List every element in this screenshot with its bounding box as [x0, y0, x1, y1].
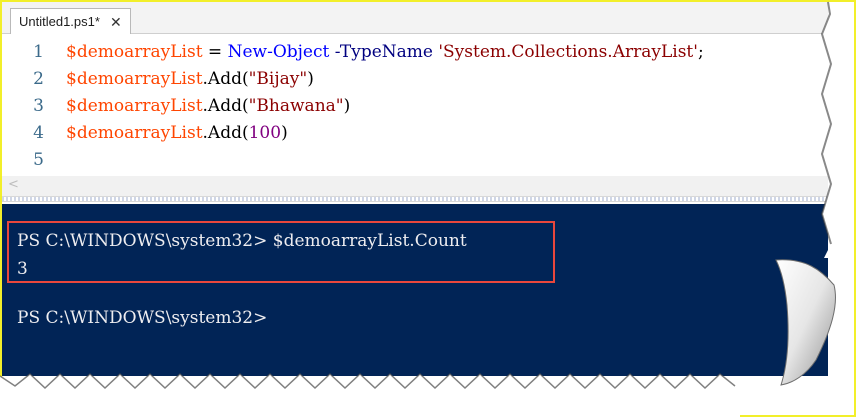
code-token: ) — [343, 95, 351, 116]
code-token: "Bijay" — [248, 68, 308, 89]
line-number: 5 — [33, 149, 44, 170]
line-number: 4 — [33, 122, 44, 143]
code-token: 'System.Collections.ArrayList' — [438, 41, 698, 62]
page-curl-decoration — [775, 7, 840, 386]
code-token: $demoarrayList — [66, 122, 203, 143]
line-number: 1 — [33, 41, 44, 62]
code-token: $demoarrayList — [66, 41, 203, 62]
code-token: 100 — [248, 122, 282, 143]
code-line: 2 $demoarrayList .Add("Bijay") — [2, 65, 314, 92]
code-token: New-Object — [227, 41, 330, 62]
code-token: $demoarrayList — [66, 68, 203, 89]
tab-untitled1[interactable]: Untitled1.ps1* ✕ — [10, 8, 131, 34]
scroll-left-icon[interactable]: < — [8, 177, 19, 192]
torn-edge-decoration — [0, 372, 740, 417]
code-line: 5 — [2, 146, 66, 173]
tab-title: Untitled1.ps1* — [19, 14, 100, 29]
code-line: 3 $demoarrayList .Add("Bhawana") — [2, 92, 350, 119]
highlight-box — [7, 221, 555, 283]
code-token: ) — [307, 68, 314, 89]
code-token: "Bhawana" — [248, 95, 344, 116]
code-token: .Add( — [202, 95, 249, 116]
code-token: -TypeName — [329, 41, 439, 62]
line-number: 2 — [33, 68, 44, 89]
code-line: 4 $demoarrayList .Add(100) — [2, 119, 288, 146]
code-token: .Add( — [202, 68, 249, 89]
close-icon[interactable]: ✕ — [110, 15, 122, 29]
code-token: .Add( — [202, 122, 249, 143]
code-token: ) — [281, 122, 288, 143]
code-line: 1 $demoarrayList = New-Object -TypeName … — [2, 38, 704, 65]
console-prompt-line: PS C:\WINDOWS\system32> — [17, 308, 268, 328]
code-token: $demoarrayList — [66, 95, 203, 116]
line-number: 3 — [33, 95, 44, 116]
code-token: = — [202, 41, 228, 62]
